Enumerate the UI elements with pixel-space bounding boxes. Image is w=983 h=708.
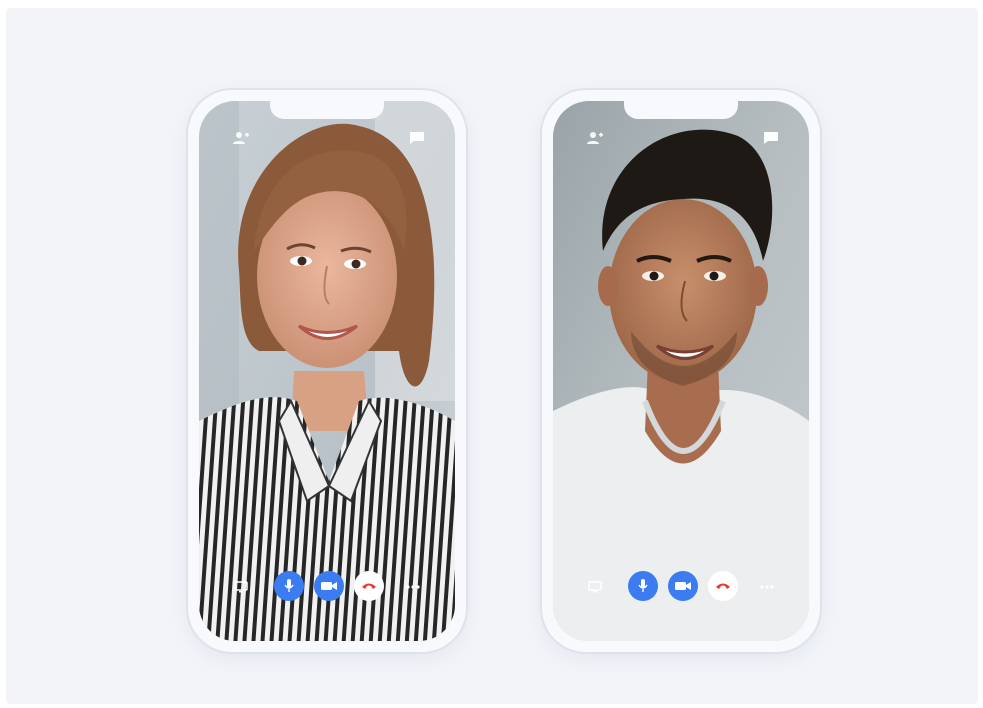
- mic-icon: [283, 578, 295, 594]
- chat-icon[interactable]: [409, 131, 425, 145]
- call-controls: [553, 571, 809, 605]
- participant-video-woman: [199, 101, 455, 641]
- mic-button[interactable]: [628, 571, 658, 601]
- phone-notch: [270, 101, 384, 119]
- phone-right: [540, 88, 822, 654]
- mic-button[interactable]: [274, 571, 304, 601]
- share-screen-icon[interactable]: [231, 577, 251, 597]
- end-call-button[interactable]: [708, 571, 738, 601]
- add-person-icon[interactable]: [233, 131, 249, 145]
- end-call-icon: [361, 582, 377, 590]
- video-camera-icon: [675, 581, 691, 591]
- video-button[interactable]: [314, 571, 344, 601]
- video-call-screen-right: [553, 101, 809, 641]
- end-call-icon: [715, 582, 731, 590]
- more-icon[interactable]: [757, 577, 777, 597]
- video-camera-icon: [321, 581, 337, 591]
- phone-left: [186, 88, 468, 654]
- video-call-screen-left: [199, 101, 455, 641]
- mic-icon: [637, 578, 649, 594]
- phone-notch: [624, 101, 738, 119]
- participant-video-man: [553, 101, 809, 641]
- more-icon[interactable]: [403, 577, 423, 597]
- chat-icon[interactable]: [763, 131, 779, 145]
- presentation-background: [6, 8, 978, 704]
- end-call-button[interactable]: [354, 571, 384, 601]
- add-person-icon[interactable]: [587, 131, 603, 145]
- video-button[interactable]: [668, 571, 698, 601]
- share-screen-icon[interactable]: [585, 577, 605, 597]
- call-controls: [199, 571, 455, 605]
